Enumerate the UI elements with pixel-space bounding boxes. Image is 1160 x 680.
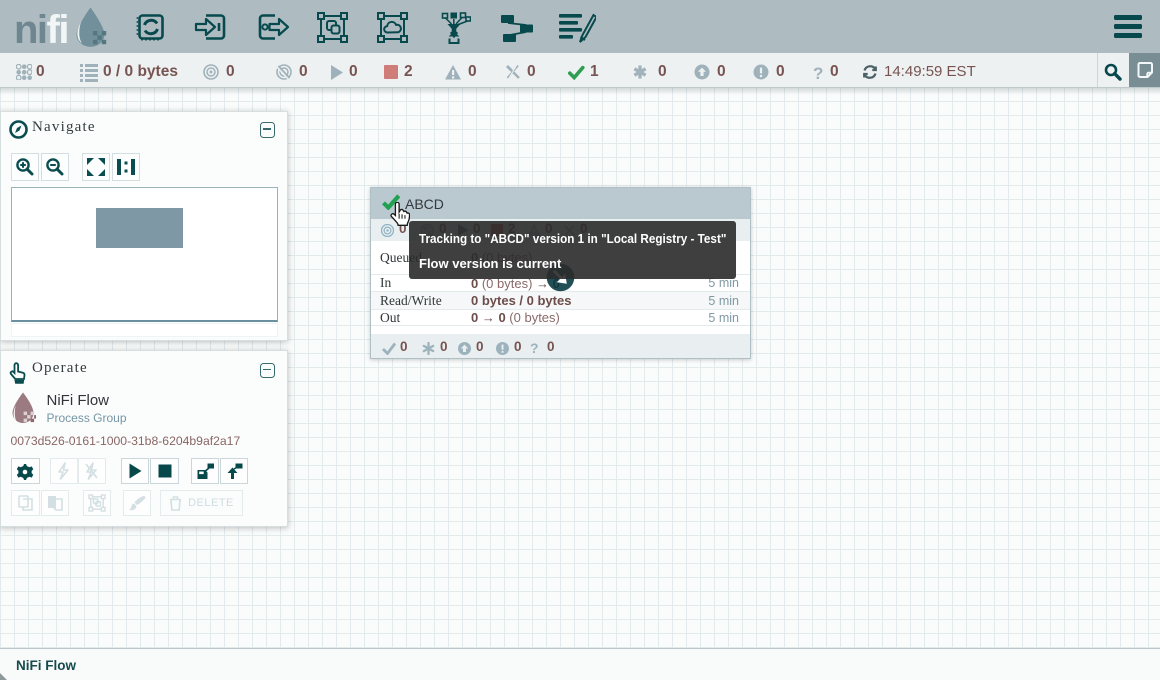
svg-text:?: ? (813, 64, 823, 81)
svg-text:ni: ni (14, 8, 47, 52)
svg-text:?: ? (530, 341, 539, 355)
svg-text:fi: fi (47, 8, 68, 52)
